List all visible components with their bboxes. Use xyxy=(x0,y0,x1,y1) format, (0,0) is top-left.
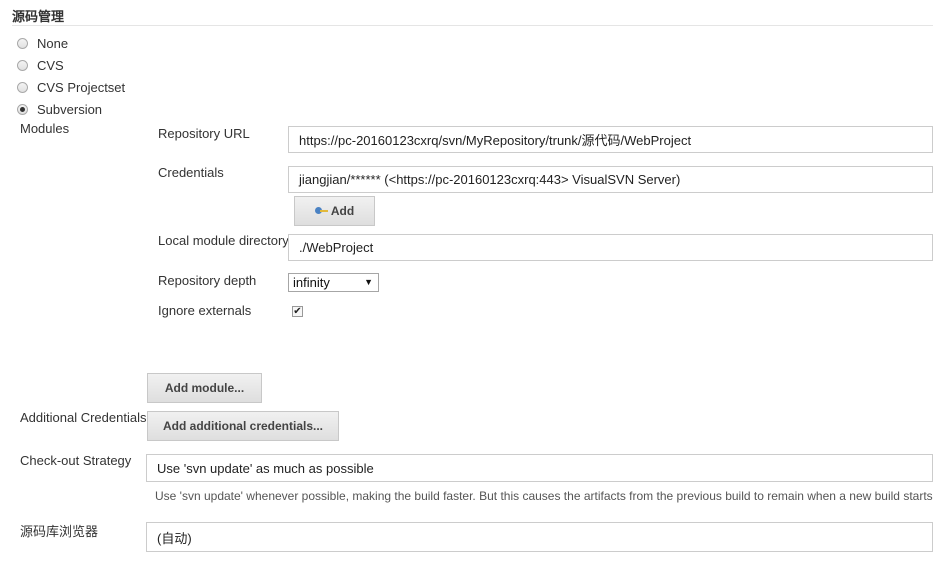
local-module-directory-input[interactable]: ./WebProject xyxy=(288,234,933,261)
checkout-strategy-label: Check-out Strategy xyxy=(20,453,132,468)
checkout-strategy-select[interactable]: Use 'svn update' as much as possible xyxy=(146,454,933,482)
repository-depth-label: Repository depth xyxy=(158,273,257,288)
dropdown-arrow-icon: ▼ xyxy=(364,277,373,287)
modules-label: Modules xyxy=(20,121,70,136)
radio-none[interactable] xyxy=(17,37,28,49)
radio-subversion[interactable] xyxy=(17,103,28,115)
checkout-strategy-help: Use 'svn update' whenever possible, maki… xyxy=(155,489,933,503)
repo-browser-select[interactable]: (自动) xyxy=(146,522,933,552)
radio-cvs-projectset[interactable] xyxy=(17,81,28,93)
repo-browser-label: 源码库浏览器 xyxy=(20,524,99,539)
scm-option-cvs[interactable]: CVS xyxy=(17,56,64,74)
repository-depth-select[interactable]: infinity ▼ xyxy=(288,273,379,292)
ignore-externals-label: Ignore externals xyxy=(158,303,252,318)
section-title: 源码管理 xyxy=(12,9,65,24)
radio-label-cvs-projectset: CVS Projectset xyxy=(37,79,126,95)
repository-url-input[interactable]: https://pc-20160123cxrq/svn/MyRepository… xyxy=(288,126,933,153)
add-module-button[interactable]: Add module... xyxy=(147,373,262,403)
additional-credentials-label: Additional Credentials xyxy=(20,410,147,425)
credentials-label: Credentials xyxy=(158,165,224,180)
radio-cvs[interactable] xyxy=(17,59,28,71)
radio-label-subversion: Subversion xyxy=(37,101,103,117)
add-credentials-button[interactable]: Add xyxy=(294,196,375,226)
scm-option-none[interactable]: None xyxy=(17,34,68,52)
credentials-select[interactable]: jiangjian/****** (<https://pc-20160123cx… xyxy=(288,166,933,193)
section-divider xyxy=(12,25,933,26)
local-module-directory-label: Local module directory xyxy=(158,233,289,248)
repository-url-label: Repository URL xyxy=(158,126,250,141)
scm-option-subversion[interactable]: Subversion xyxy=(17,100,102,118)
scm-option-cvs-projectset[interactable]: CVS Projectset xyxy=(17,78,125,96)
repository-depth-value: infinity xyxy=(293,275,330,290)
add-additional-credentials-button[interactable]: Add additional credentials... xyxy=(147,411,339,441)
add-credentials-label: Add xyxy=(330,204,355,218)
ignore-externals-checkbox[interactable]: ✔ xyxy=(292,306,303,317)
radio-label-cvs: CVS xyxy=(37,57,64,73)
radio-label-none: None xyxy=(37,35,69,51)
key-icon xyxy=(314,207,328,215)
